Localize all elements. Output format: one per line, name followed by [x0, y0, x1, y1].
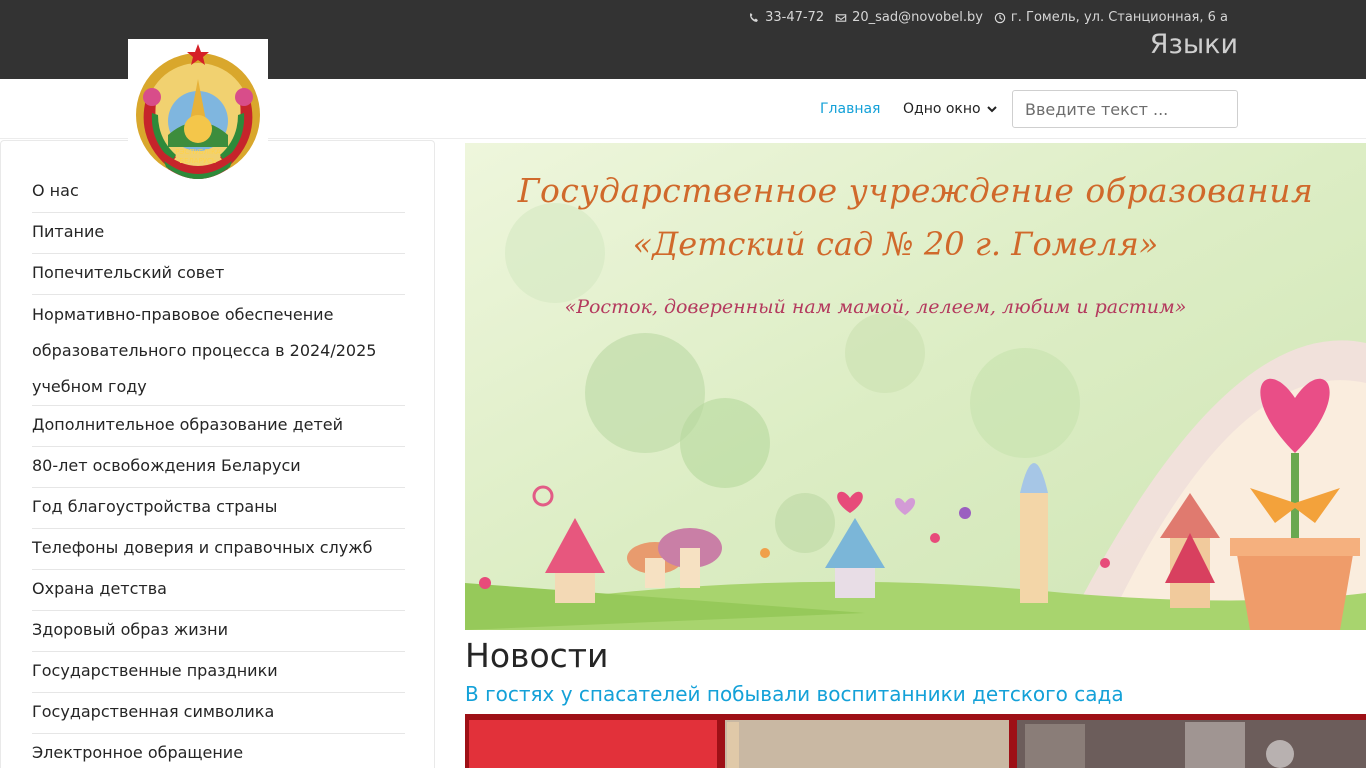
banner-illustration — [465, 143, 1366, 630]
sidebar-menu: О нас Питание Попечительский совет Норма… — [32, 172, 405, 768]
envelope-icon — [835, 13, 847, 22]
coat-of-arms-logo[interactable]: РЭСПУБЛІКА БЕЛАРУСЬ — [128, 39, 268, 179]
sidebar-item-nutrition[interactable]: Питание — [32, 213, 405, 254]
emblem-text-belarus: БЕЛАРУСЬ — [179, 157, 217, 165]
sidebar-item-year-of-improvement[interactable]: Год благоустройства страны — [32, 488, 405, 529]
sidebar-item-electronic-appeal[interactable]: Электронное обращение — [32, 734, 405, 768]
phone-icon — [750, 12, 758, 22]
news-item-title-link[interactable]: В гостях у спасателей побывали воспитанн… — [465, 682, 1124, 706]
nav-one-window-dropdown[interactable]: Одно окно — [903, 101, 997, 117]
sidebar-item-legal-support[interactable]: Нормативно-правовое обеспечение образова… — [32, 295, 405, 406]
coat-of-arms-icon: РЭСПУБЛІКА БЕЛАРУСЬ — [136, 44, 260, 179]
sidebar-item-board-of-trustees[interactable]: Попечительский совет — [32, 254, 405, 295]
emblem-text-republic: РЭСПУБЛІКА — [175, 148, 221, 156]
banner-title-line2: «Детский сад № 20 г. Гомеля» — [632, 225, 1159, 263]
sidebar-item-80-years-liberation[interactable]: 80-лет освобождения Беларуси — [32, 447, 405, 488]
search-input[interactable] — [1012, 90, 1238, 128]
banner-title-line1: Государственное учреждение образования — [517, 171, 1314, 210]
nav-home-link[interactable]: Главная — [820, 101, 880, 117]
banner-slogan: «Росток, доверенный нам мамой, лелеем, л… — [564, 296, 1187, 318]
news-heading: Новости — [465, 636, 609, 675]
sidebar: О нас Питание Попечительский совет Норма… — [0, 140, 435, 768]
phone-text: 33-47-72 — [765, 10, 825, 25]
hero-banner: Государственное учреждение образования «… — [465, 143, 1366, 630]
contact-info: 33-47-72 20_sad@novobel.by г. Гомель, ул… — [748, 10, 1228, 25]
email-contact[interactable]: 20_sad@novobel.by — [835, 10, 983, 25]
sidebar-item-helplines[interactable]: Телефоны доверия и справочных служб — [32, 529, 405, 570]
nav-one-window-label: Одно окно — [903, 101, 981, 117]
news-item-image[interactable] — [465, 714, 1366, 768]
sidebar-item-state-symbols[interactable]: Государственная символика — [32, 693, 405, 734]
email-text: 20_sad@novobel.by — [852, 10, 983, 25]
phone-contact[interactable]: 33-47-72 — [748, 10, 824, 25]
address-contact: г. Гомель, ул. Станционная, 6 а — [994, 10, 1228, 25]
chevron-down-icon — [986, 106, 997, 113]
sidebar-item-healthy-lifestyle[interactable]: Здоровый образ жизни — [32, 611, 405, 652]
news-photo-collage — [465, 714, 1366, 768]
address-text: г. Гомель, ул. Станционная, 6 а — [1010, 10, 1228, 25]
sidebar-item-child-protection[interactable]: Охрана детства — [32, 570, 405, 611]
sidebar-item-state-holidays[interactable]: Государственные праздники — [32, 652, 405, 693]
clock-icon — [994, 12, 1006, 23]
languages-link[interactable]: Языки — [1150, 29, 1238, 60]
sidebar-item-additional-education[interactable]: Дополнительное образование детей — [32, 406, 405, 447]
